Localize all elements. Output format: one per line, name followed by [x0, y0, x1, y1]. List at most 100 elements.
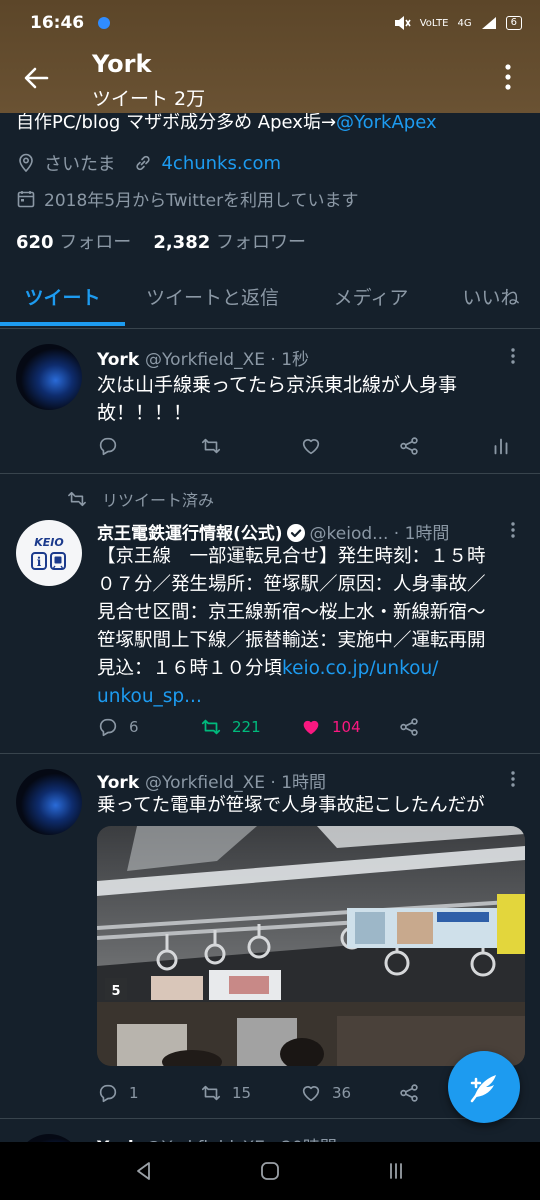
reply-count: 1	[129, 1084, 139, 1102]
reply-button[interactable]: 1	[97, 1082, 200, 1104]
tweet-more-icon[interactable]	[505, 521, 521, 539]
retweet-button[interactable]: 15	[200, 1082, 300, 1104]
profile-tabs: ツイート ツイートと返信 メディア いいね	[0, 268, 540, 329]
tweet-author: York @Yorkfield_XE · 1時間	[97, 768, 326, 793]
signal-icon	[481, 16, 497, 30]
nav-back-icon[interactable]	[132, 1159, 156, 1183]
followers-count: 2,382	[153, 232, 211, 253]
tweet-time: · 1時間	[388, 524, 450, 544]
profile-location: さいたま	[44, 154, 116, 175]
tweet-text: 次は山手線乗ってたら京浜東北線が人身事 故！！！！	[97, 374, 458, 424]
profile-meta: さいたま 4chunks.com	[16, 150, 281, 176]
retweet-icon	[201, 1085, 221, 1101]
following-count: 620	[16, 232, 54, 253]
followers-label: フォロワー	[210, 232, 306, 253]
following-link[interactable]: 620 フォロー	[16, 232, 131, 253]
author-name: York	[97, 350, 140, 370]
bio-text: 自作PC/blog マザボ成分多め Apex垢→	[16, 112, 337, 133]
author-handle: @Yorkfield_XE	[145, 350, 265, 370]
link-icon	[133, 153, 153, 173]
photo-car-number: 5	[111, 984, 120, 999]
tweet-author: 京王電鉄運行情報(公式) @keiod... · 1時間	[97, 519, 449, 544]
tweet-actions	[97, 433, 517, 459]
volte-label: VoLTE	[419, 17, 449, 29]
like-count: 104	[332, 718, 361, 736]
bio-mention-link[interactable]: @YorkApex	[336, 112, 437, 133]
network-label: 4G	[457, 17, 472, 29]
tab-tweets[interactable]: ツイート	[0, 268, 125, 328]
followers-link[interactable]: 2,382 フォロワー	[153, 232, 306, 253]
header-tweet-count: ツイート 2万	[92, 88, 206, 110]
reply-count: 6	[129, 718, 139, 736]
retweet-icon	[201, 719, 221, 735]
svg-text:i: i	[37, 555, 42, 569]
calendar-icon	[16, 189, 36, 209]
profile-website-link[interactable]: 4chunks.com	[161, 153, 281, 174]
status-bar: 16:46 VoLTE 4G 6	[0, 0, 540, 46]
avatar[interactable]	[16, 769, 82, 835]
author-handle: @keiod...	[309, 524, 389, 544]
retweet-count: 15	[232, 1084, 252, 1102]
mute-icon	[393, 15, 411, 31]
share-button[interactable]	[398, 435, 490, 457]
retweet-button[interactable]: 221	[200, 716, 300, 738]
tab-media[interactable]: メディア	[300, 268, 442, 328]
heart-icon	[302, 439, 320, 455]
tab-likes[interactable]: いいね	[442, 268, 540, 328]
tweet-more-icon[interactable]	[505, 770, 521, 788]
tweet-link-cont[interactable]: unkou_sp...	[97, 686, 202, 707]
like-button[interactable]	[300, 435, 398, 457]
nav-recents-icon[interactable]	[384, 1159, 408, 1183]
compose-tweet-button[interactable]	[448, 1051, 520, 1123]
share-icon	[400, 1084, 418, 1102]
share-button[interactable]	[398, 716, 420, 738]
profile-joined: 2018年5月からTwitterを利用しています	[16, 186, 359, 211]
tweet-time: · 1時間	[264, 773, 327, 793]
active-tab-indicator	[0, 322, 125, 326]
reply-button[interactable]: 6	[97, 716, 200, 738]
tweet[interactable]: York @Yorkfield_XE · 1秒 次は山手線乗ってたら京浜東北線が…	[0, 329, 540, 474]
following-label: フォロー	[53, 232, 132, 253]
avatar[interactable]: KEIO i	[16, 520, 82, 586]
share-icon	[400, 437, 418, 455]
retweeted-text: リツイート済み	[102, 491, 215, 510]
profile-header: 16:46 VoLTE 4G 6 York ツイート 2万	[0, 0, 540, 113]
author-name: York	[97, 773, 140, 793]
avatar[interactable]	[16, 344, 82, 410]
reply-icon	[99, 718, 117, 737]
tweet-more-icon[interactable]	[505, 347, 521, 365]
tweet-photo[interactable]: 5	[97, 826, 525, 1066]
analytics-button[interactable]	[490, 435, 512, 457]
more-vertical-icon[interactable]	[500, 62, 516, 92]
analytics-icon	[494, 438, 508, 455]
tweet-actions: 6 221 104	[97, 714, 517, 740]
retweet-button[interactable]	[200, 435, 300, 457]
retweeted-label: リツイート済み	[66, 487, 214, 511]
nav-home-icon[interactable]	[258, 1159, 282, 1183]
tweet[interactable]: リツイート済み KEIO i 京王電鉄運行情報(公式) @keiod... · 1…	[0, 474, 540, 754]
like-button[interactable]: 36	[300, 1082, 398, 1104]
verified-badge-icon	[286, 524, 305, 542]
joined-date: 2018年5月からTwitterを利用しています	[44, 191, 359, 211]
author-handle: @Yorkfield_XE	[145, 773, 265, 793]
tweet-author: York @Yorkfield_XE · 1秒	[97, 345, 309, 370]
bluetooth-icon	[98, 17, 111, 29]
like-count: 36	[332, 1084, 352, 1102]
retweet-count: 221	[232, 718, 261, 736]
tweet-link[interactable]: keio.co.jp/unkou/	[282, 658, 438, 679]
reply-icon	[99, 1084, 117, 1103]
system-nav-bar	[0, 1142, 540, 1200]
status-time: 16:46	[30, 13, 85, 33]
back-button[interactable]	[22, 64, 50, 92]
tweet-time: · 1秒	[264, 350, 310, 370]
tab-tweets-and-replies[interactable]: ツイートと返信	[125, 268, 300, 328]
like-button[interactable]: 104	[300, 716, 398, 738]
reply-button[interactable]	[97, 435, 200, 457]
heart-icon	[302, 1086, 320, 1102]
share-button[interactable]	[398, 1082, 420, 1104]
keio-logo-icon: KEIO i	[31, 536, 66, 570]
header-name: York	[92, 50, 152, 78]
status-indicators: VoLTE 4G 6	[393, 15, 522, 31]
compose-feather-icon	[470, 1075, 496, 1103]
retweet-icon	[201, 438, 221, 454]
